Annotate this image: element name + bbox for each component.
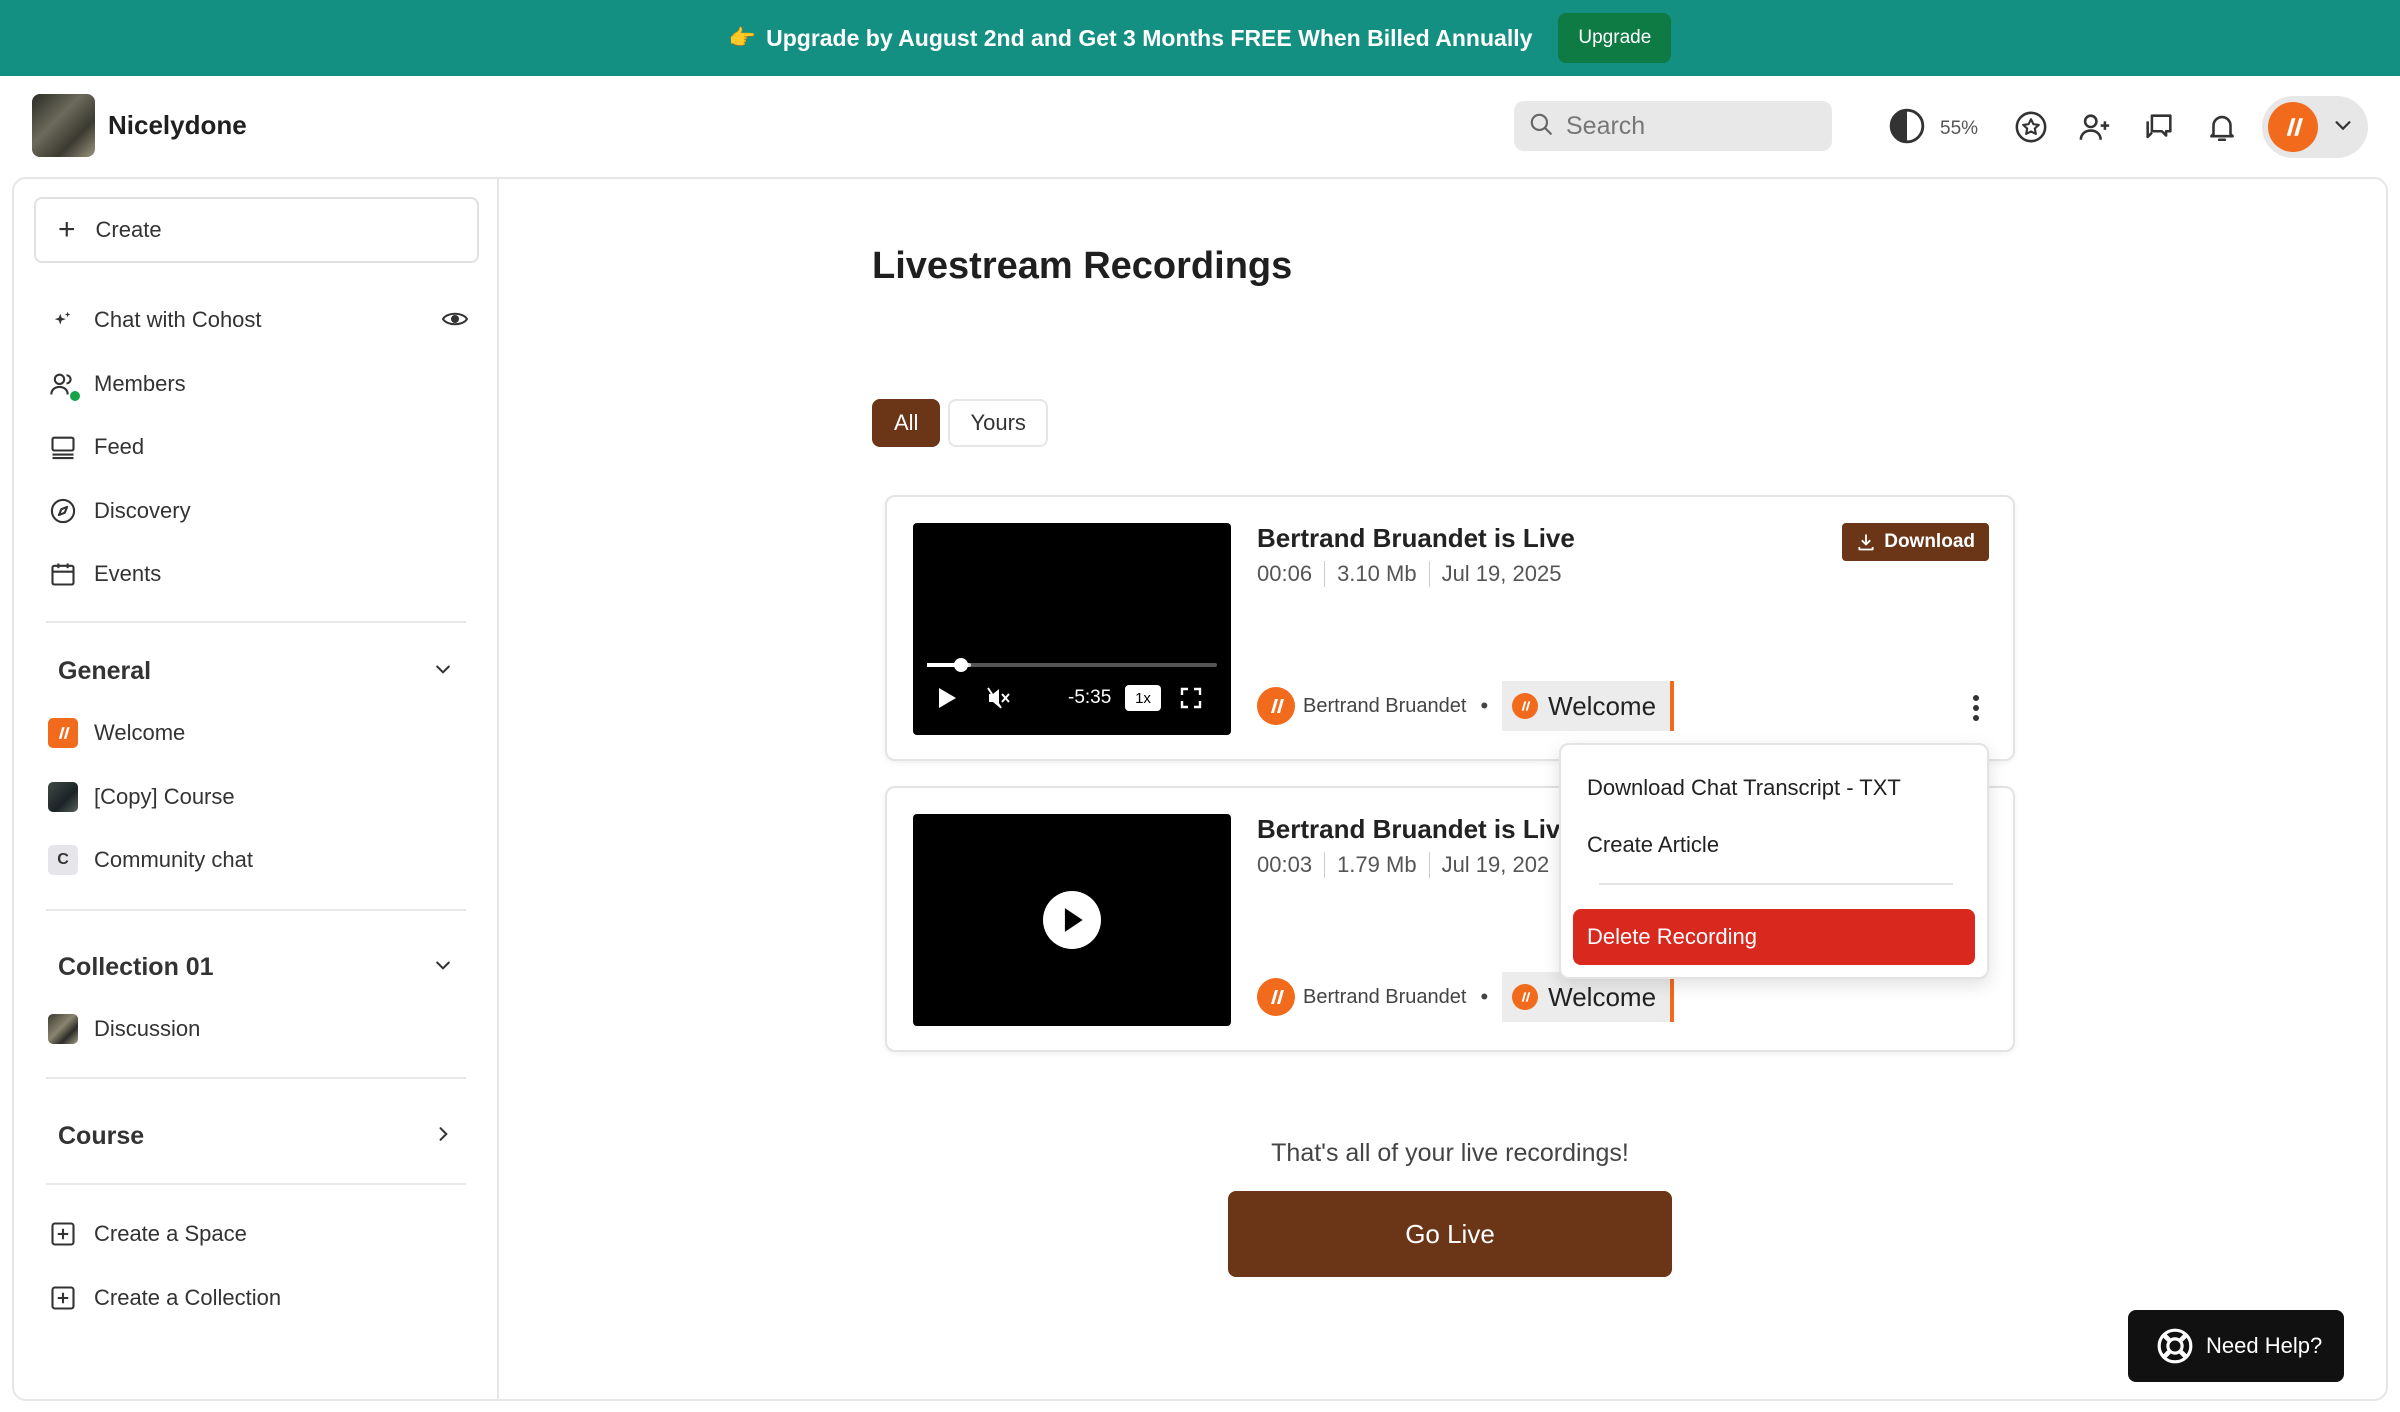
- main-frame: + Create Chat with Cohost Members Feed D…: [12, 177, 2388, 1401]
- author-avatar[interactable]: [1257, 978, 1295, 1016]
- promo-banner: 👉 Upgrade by August 2nd and Get 3 Months…: [0, 0, 2400, 76]
- messages-icon[interactable]: [2140, 108, 2178, 146]
- filter-tabs: All Yours: [872, 399, 1056, 447]
- add-member-icon[interactable]: [2076, 108, 2114, 146]
- space-chip[interactable]: Welcome: [1502, 972, 1675, 1022]
- recording-author: Bertrand Bruandet • Welcome: [1257, 681, 1675, 731]
- contrast-percent: 55%: [1940, 117, 1979, 139]
- recording-card: -5:35 1x Bertrand Bruandet is Live 00:06…: [885, 495, 2015, 761]
- progress-scrubber[interactable]: [954, 658, 968, 672]
- search-input[interactable]: [1566, 111, 1826, 141]
- fullscreen-icon[interactable]: [1179, 686, 1203, 715]
- recording-duration: 00:06: [1257, 561, 1313, 586]
- community-logo[interactable]: [32, 94, 95, 157]
- time-remaining: -5:35: [1068, 687, 1112, 708]
- video-player[interactable]: [913, 814, 1231, 1026]
- need-help-button[interactable]: Need Help?: [2128, 1310, 2344, 1382]
- welcome-space-icon: [1512, 693, 1539, 719]
- community-name[interactable]: Nicelydone: [108, 110, 247, 141]
- menu-delete-recording[interactable]: Delete Recording: [1573, 909, 1975, 965]
- author-name[interactable]: Bertrand Bruandet: [1303, 695, 1466, 718]
- welcome-space-icon: [1512, 984, 1539, 1010]
- pointing-hand-icon: 👉: [728, 25, 757, 50]
- space-chip-label: Welcome: [1548, 690, 1657, 721]
- tab-all[interactable]: All: [872, 399, 941, 447]
- go-live-button[interactable]: Go Live: [1228, 1191, 1672, 1277]
- upgrade-button[interactable]: Upgrade: [1558, 13, 1672, 63]
- mute-icon[interactable]: [987, 687, 1011, 714]
- playback-speed[interactable]: 1x: [1125, 685, 1161, 711]
- chevron-down-icon: [2332, 114, 2354, 141]
- download-button[interactable]: Download: [1842, 523, 1989, 561]
- page-title: Livestream Recordings: [872, 245, 1293, 287]
- recording-title[interactable]: Bertrand Bruandet is Live: [1257, 523, 1575, 554]
- recording-date: Jul 19, 2025: [1428, 561, 1574, 587]
- play-icon[interactable]: [937, 687, 957, 714]
- lifebuoy-icon: [2156, 1327, 2194, 1365]
- menu-download-transcript[interactable]: Download Chat Transcript - TXT: [1587, 775, 1901, 801]
- recording-options-menu: Download Chat Transcript - TXT Create Ar…: [1559, 743, 1989, 979]
- space-chip-label: Welcome: [1548, 981, 1657, 1012]
- progress-track[interactable]: [927, 658, 1217, 672]
- author-name[interactable]: Bertrand Bruandet: [1303, 986, 1466, 1009]
- recording-duration: 00:03: [1257, 852, 1313, 877]
- end-of-list-text: That's all of your live recordings!: [1271, 1139, 1629, 1167]
- search-icon: [1528, 111, 1554, 142]
- author-avatar[interactable]: [1257, 687, 1295, 725]
- tab-yours[interactable]: Yours: [948, 399, 1048, 447]
- more-options-icon[interactable]: [1973, 693, 1979, 723]
- separator-dot: •: [1480, 984, 1489, 1009]
- recording-size: 1.79 Mb: [1324, 852, 1429, 878]
- download-icon: [1856, 532, 1876, 552]
- play-button-icon[interactable]: [1043, 891, 1101, 949]
- contrast-icon: [1888, 107, 1926, 150]
- user-menu[interactable]: [2262, 96, 2368, 158]
- bell-icon[interactable]: [2203, 108, 2241, 146]
- recording-author: Bertrand Bruandet • Welcome: [1257, 972, 1675, 1022]
- video-player[interactable]: -5:35 1x: [913, 523, 1231, 735]
- search-box[interactable]: [1514, 101, 1832, 151]
- recording-size: 3.10 Mb: [1324, 561, 1429, 587]
- content-area: Livestream Recordings All Yours -5:35 1x…: [14, 179, 2386, 1399]
- promo-message: Upgrade by August 2nd and Get 3 Months F…: [766, 24, 1533, 51]
- recording-title[interactable]: Bertrand Bruandet is Live: [1257, 814, 1575, 845]
- need-help-label: Need Help?: [2206, 1333, 2323, 1358]
- recording-meta: 00:06 3.10 Mb Jul 19, 2025: [1257, 561, 1573, 587]
- recording-date: Jul 19, 202: [1428, 852, 1562, 878]
- download-label: Download: [1884, 531, 1975, 552]
- contrast-toggle[interactable]: 55%: [1888, 107, 1978, 150]
- avatar: [2268, 102, 2318, 152]
- menu-create-article[interactable]: Create Article: [1587, 832, 1719, 858]
- separator-dot: •: [1480, 693, 1489, 718]
- top-header: Nicelydone 55%: [0, 76, 2400, 176]
- space-chip[interactable]: Welcome: [1502, 681, 1675, 731]
- menu-divider: [1599, 883, 1953, 885]
- star-badge-icon[interactable]: [2012, 108, 2050, 146]
- recording-meta: 00:03 1.79 Mb Jul 19, 202: [1257, 852, 1561, 878]
